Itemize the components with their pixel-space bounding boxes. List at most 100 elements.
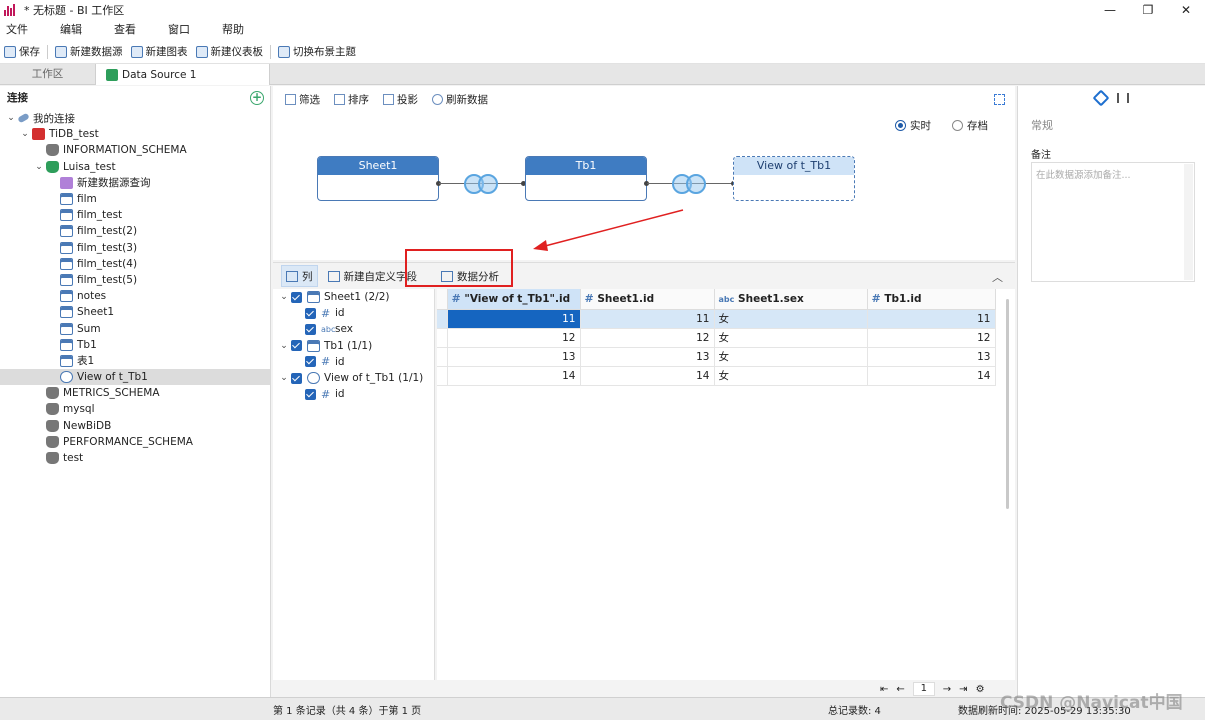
tree-item[interactable]: 表1 (0, 353, 270, 369)
tree-item[interactable]: film_test(5) (0, 272, 270, 288)
table-row[interactable]: 14 14 女 14 (437, 366, 996, 386)
notes-textarea[interactable]: 在此数据源添加备注... (1031, 162, 1195, 282)
column-header[interactable]: # Tb1.id (867, 289, 996, 310)
tree-item[interactable]: film_test (0, 207, 270, 223)
page-number-input[interactable]: 1 (912, 682, 935, 696)
table-cell[interactable]: 12 (447, 328, 581, 348)
column-header[interactable]: abc Sheet1.sex (714, 289, 868, 310)
sort-button[interactable]: 排序 (334, 92, 369, 107)
expand-chevron-icon[interactable]: ⌄ (277, 373, 291, 383)
column-header[interactable]: # "View of t_Tb1".id (447, 289, 581, 310)
tree-item[interactable]: notes (0, 288, 270, 304)
prev-page-button[interactable]: ← (896, 684, 904, 695)
row-header[interactable] (437, 309, 448, 329)
table-cell[interactable]: 14 (580, 366, 715, 386)
tab-workspace[interactable]: 工作区 (0, 64, 96, 85)
maximize-button[interactable]: ❐ (1129, 0, 1167, 20)
table-cell[interactable]: 女 (714, 366, 868, 386)
field-item[interactable]: abc sex (273, 321, 434, 337)
table-cell[interactable]: 14 (867, 366, 996, 386)
field-checkbox[interactable] (305, 307, 316, 319)
first-page-button[interactable]: ⇤ (880, 684, 888, 695)
next-page-button[interactable]: → (943, 684, 951, 695)
new-chart-button[interactable]: 新建图表 (127, 41, 192, 63)
field-checkbox[interactable] (305, 388, 316, 400)
refresh-button[interactable]: 刷新数据 (432, 92, 488, 107)
new-dashboard-button[interactable]: 新建仪表板 (192, 41, 268, 63)
menu-edit[interactable]: 编辑 (54, 20, 96, 40)
tree-item[interactable]: film_test(2) (0, 223, 270, 239)
table-row[interactable]: 11 11 女 11 (437, 309, 996, 329)
tree-item[interactable]: NewBiDB (0, 418, 270, 434)
table-cell[interactable]: 女 (714, 347, 868, 367)
tree-item[interactable]: ⌄ 我的连接 (0, 110, 270, 126)
field-checkbox[interactable] (291, 340, 302, 352)
tree-item[interactable]: INFORMATION_SCHEMA (0, 142, 270, 158)
table-cell[interactable]: 11 (867, 309, 996, 329)
table-cell[interactable]: 14 (447, 366, 581, 386)
row-header[interactable] (437, 328, 448, 348)
tree-item[interactable]: film_test(4) (0, 256, 270, 272)
tree-item[interactable]: film_test(3) (0, 240, 270, 256)
table-cell[interactable]: 12 (580, 328, 715, 348)
field-group[interactable]: ⌄ Tb1 (1/1) (273, 338, 434, 354)
properties-icon[interactable] (1116, 93, 1129, 103)
field-checkbox[interactable] (305, 323, 316, 335)
notes-scrollbar[interactable] (1184, 164, 1193, 280)
table-cell[interactable]: 女 (714, 309, 868, 329)
table-cell[interactable]: 13 (580, 347, 715, 367)
field-checkbox[interactable] (291, 372, 302, 384)
expand-chevron-icon[interactable]: ⌄ (277, 292, 291, 302)
menu-file[interactable]: 文件 (0, 20, 42, 40)
add-connection-button[interactable]: + (250, 91, 264, 105)
node-tb1[interactable]: Tb1 (525, 156, 647, 201)
tree-item[interactable]: METRICS_SCHEMA (0, 385, 270, 401)
vertical-scrollbar[interactable] (1006, 299, 1009, 509)
table-cell[interactable]: 13 (867, 347, 996, 367)
close-button[interactable]: ✕ (1167, 0, 1205, 20)
minimize-button[interactable]: — (1091, 0, 1129, 20)
column-header[interactable]: # Sheet1.id (580, 289, 715, 310)
expand-chevron-icon[interactable]: ⌄ (277, 341, 291, 351)
table-cell[interactable]: 13 (447, 347, 581, 367)
inner-join-icon[interactable] (464, 174, 498, 194)
tree-item[interactable]: test (0, 450, 270, 466)
table-row[interactable]: 13 13 女 13 (437, 347, 996, 367)
field-checkbox[interactable] (305, 356, 316, 368)
tab-datasource[interactable]: Data Source 1 (96, 64, 270, 85)
expand-chevron-icon[interactable]: ⌄ (32, 162, 46, 172)
realtime-radio[interactable]: 实时 (895, 118, 931, 133)
field-checkbox[interactable] (291, 291, 302, 303)
switch-theme-button[interactable]: 切换布景主题 (274, 41, 360, 63)
tree-item[interactable]: View of t_Tb1 (0, 369, 270, 386)
table-cell[interactable]: 11 (580, 309, 715, 329)
tree-item[interactable]: ⌄ Luisa_test (0, 159, 270, 175)
field-group[interactable]: ⌄ View of t_Tb1 (1/1) (273, 370, 434, 386)
node-sheet1[interactable]: Sheet1 (317, 156, 439, 201)
tree-item[interactable]: PERFORMANCE_SCHEMA (0, 434, 270, 450)
columns-button[interactable]: 列 (281, 265, 318, 287)
menu-window[interactable]: 窗口 (162, 20, 204, 40)
field-group[interactable]: ⌄ Sheet1 (2/2) (273, 289, 434, 305)
new-datasource-button[interactable]: 新建数据源 (51, 41, 127, 63)
table-cell[interactable]: 12 (867, 328, 996, 348)
last-page-button[interactable]: ⇥ (959, 684, 967, 695)
menu-help[interactable]: 帮助 (216, 20, 258, 40)
tree-item[interactable]: 新建数据源查询 (0, 175, 270, 191)
tree-item[interactable]: mysql (0, 401, 270, 417)
table-cell[interactable]: 11 (447, 309, 581, 329)
table-cell[interactable]: 女 (714, 328, 868, 348)
fullscreen-icon[interactable] (994, 94, 1005, 105)
collapse-icon[interactable]: ︿ (992, 269, 1003, 285)
row-header[interactable] (437, 366, 448, 386)
field-item[interactable]: # id (273, 305, 434, 321)
tree-item[interactable]: Sum (0, 320, 270, 336)
archive-radio[interactable]: 存档 (952, 118, 988, 133)
tree-item[interactable]: Tb1 (0, 337, 270, 353)
table-row[interactable]: 12 12 女 12 (437, 328, 996, 348)
tree-item[interactable]: Sheet1 (0, 304, 270, 320)
filter-button[interactable]: 筛选 (285, 92, 320, 107)
inner-join-icon[interactable] (672, 174, 706, 194)
tree-item[interactable]: ⌄ TiDB_test (0, 126, 270, 142)
node-view[interactable]: View of t_Tb1 (733, 156, 855, 201)
